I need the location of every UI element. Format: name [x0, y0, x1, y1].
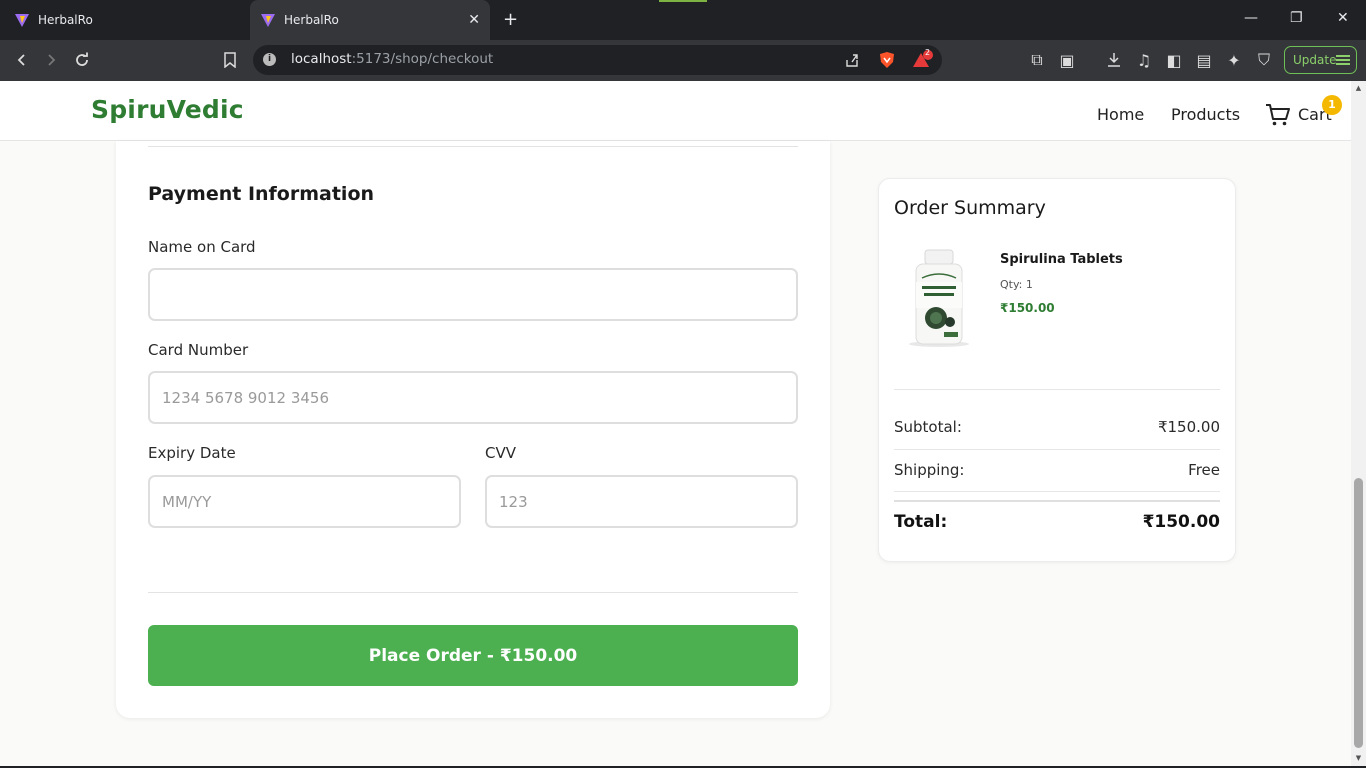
- vpn-icon[interactable]: ⛉: [1253, 49, 1275, 71]
- card-number-input[interactable]: 1234 5678 9012 3456: [148, 371, 798, 424]
- tab-title: HerbalRo: [38, 13, 93, 27]
- subtotal-label: Subtotal:: [894, 418, 962, 436]
- rewards-badge: 2: [925, 48, 931, 57]
- back-icon[interactable]: [11, 49, 33, 71]
- name-on-card-input[interactable]: [148, 268, 798, 321]
- browser-tab-active[interactable]: HerbalRo ✕: [250, 0, 490, 40]
- product-image: [909, 249, 969, 347]
- divider: [148, 592, 798, 593]
- subtotal-row: Subtotal: ₹150.00: [894, 418, 1220, 436]
- drag-indicator: [659, 0, 707, 2]
- place-order-button[interactable]: Place Order - ₹150.00: [148, 625, 798, 686]
- browser-tab[interactable]: HerbalRo: [14, 0, 244, 40]
- cvv-label: CVV: [485, 444, 516, 462]
- subtotal-value: ₹150.00: [1157, 418, 1220, 436]
- divider: [148, 146, 798, 147]
- sidebar-icon[interactable]: ◧: [1163, 49, 1185, 71]
- extensions-icon[interactable]: ⧉: [1026, 49, 1048, 71]
- site-info-icon[interactable]: i: [263, 53, 276, 66]
- tab-title: HerbalRo: [284, 13, 339, 27]
- menu-icon: [1336, 55, 1350, 65]
- scroll-up-icon[interactable]: ▲: [1354, 84, 1363, 92]
- total-label: Total:: [894, 512, 948, 532]
- browser-tab-bar: HerbalRo HerbalRo ✕ + — ❐ ✕: [0, 0, 1366, 40]
- forward-icon[interactable]: [40, 49, 62, 71]
- order-summary-card: [878, 178, 1236, 562]
- address-bar[interactable]: i localhost:5173/shop/checkout 2: [253, 45, 942, 75]
- total-row: Total: ₹150.00: [894, 512, 1220, 532]
- cart-count-badge: 1: [1322, 95, 1342, 115]
- wallet-icon[interactable]: ▤: [1193, 49, 1215, 71]
- product-name: Spirulina Tablets: [1000, 252, 1123, 267]
- restore-icon[interactable]: ❐: [1290, 10, 1303, 26]
- reload-icon[interactable]: [71, 49, 93, 71]
- card-number-label: Card Number: [148, 341, 249, 359]
- shipping-row: Shipping: Free: [894, 461, 1220, 479]
- expiry-date-label: Expiry Date: [148, 444, 236, 462]
- total-value: ₹150.00: [1142, 512, 1220, 532]
- update-label: Update: [1293, 53, 1337, 67]
- brave-shield-icon[interactable]: [876, 49, 898, 71]
- shipping-label: Shipping:: [894, 461, 965, 479]
- share-icon[interactable]: [841, 49, 863, 71]
- payment-section-title: Payment Information: [148, 183, 375, 205]
- media-icon[interactable]: ♫: [1133, 49, 1155, 71]
- vite-logo-icon: [15, 14, 29, 27]
- product-quantity: Qty: 1: [1000, 278, 1033, 291]
- close-tab-icon[interactable]: ✕: [468, 12, 480, 28]
- scroll-down-icon[interactable]: ▼: [1354, 754, 1363, 762]
- product-price: ₹150.00: [1000, 301, 1055, 315]
- minimize-icon[interactable]: —: [1244, 10, 1258, 26]
- divider: [894, 449, 1220, 450]
- vite-logo-icon: [261, 14, 275, 27]
- brave-rewards-icon[interactable]: 2: [911, 48, 933, 71]
- cart-icon[interactable]: [1265, 103, 1291, 127]
- new-tab-icon[interactable]: +: [503, 9, 518, 30]
- close-window-icon[interactable]: ✕: [1337, 10, 1349, 26]
- site-header: SpiruVedic Home Products Cart: [0, 81, 1351, 141]
- divider: [894, 500, 1220, 502]
- scrollbar-thumb[interactable]: [1354, 478, 1363, 748]
- divider: [894, 491, 1220, 492]
- update-button[interactable]: Update: [1284, 46, 1357, 74]
- browser-toolbar: i localhost:5173/shop/checkout 2 ⧉ ▣ ♫ ◧…: [0, 40, 1366, 81]
- leo-ai-icon[interactable]: ✦: [1223, 49, 1245, 71]
- nav-products[interactable]: Products: [1171, 105, 1240, 124]
- order-summary-title: Order Summary: [894, 197, 1046, 219]
- site-logo[interactable]: SpiruVedic: [91, 95, 244, 124]
- divider: [894, 389, 1220, 390]
- reader-mode-icon[interactable]: ▣: [1056, 49, 1078, 71]
- nav-home[interactable]: Home: [1097, 105, 1144, 124]
- shipping-value: Free: [1188, 461, 1220, 479]
- url-text: localhost:5173/shop/checkout: [291, 51, 494, 67]
- download-icon[interactable]: [1103, 49, 1125, 71]
- name-on-card-label: Name on Card: [148, 238, 256, 256]
- cvv-input[interactable]: 123: [485, 475, 798, 528]
- expiry-date-input[interactable]: MM/YY: [148, 475, 461, 528]
- bookmark-icon[interactable]: [219, 49, 241, 71]
